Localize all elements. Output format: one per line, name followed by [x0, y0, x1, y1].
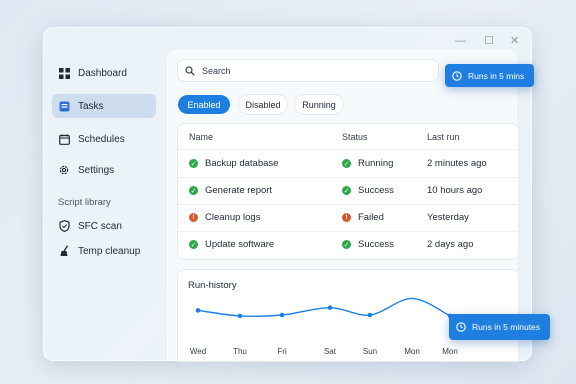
check-icon: ✓ [189, 159, 198, 168]
column-header-last-run[interactable]: Last run [427, 124, 460, 149]
column-header-name[interactable]: Name [189, 124, 213, 149]
x-tick-label: Sun [363, 347, 377, 356]
check-icon: ✓ [342, 186, 351, 195]
shield-icon [58, 220, 70, 232]
script-item-label: SFC scan [78, 220, 122, 232]
task-name: Generate report [205, 185, 273, 196]
table-row[interactable]: ✓ Update software ✓ Success 2 days ago [178, 231, 518, 258]
x-tick-label: Sat [324, 347, 337, 356]
grid-icon [58, 67, 70, 79]
check-icon: ✓ [189, 186, 198, 195]
script-library-heading: Script library [58, 197, 111, 208]
x-tick-label: Thu [233, 347, 247, 356]
sidebar-item-label: Tasks [78, 100, 104, 112]
column-header-status[interactable]: Status [342, 124, 368, 149]
script-item-sfc-scan[interactable]: SFC scan [52, 214, 156, 238]
table-row[interactable]: ✓ Backup database ✓ Running 2 minutes ago [178, 150, 518, 178]
task-name: Backup database [205, 158, 279, 169]
data-point[interactable] [279, 312, 285, 318]
clock-icon [456, 322, 466, 332]
table-row[interactable]: ! Cleanup logs ! Failed Yesterday [178, 204, 518, 232]
check-icon: ✓ [342, 159, 351, 168]
check-icon: ✓ [342, 240, 351, 249]
task-status: Success [358, 185, 394, 196]
search-placeholder: Search [202, 65, 231, 76]
x-tick-label: Wed [190, 347, 206, 356]
data-point[interactable] [327, 305, 333, 310]
broom-icon [58, 245, 70, 257]
table-header: Name Status Last run [178, 124, 518, 150]
task-status: Failed [358, 212, 384, 223]
sidebar-item-label: Settings [78, 164, 115, 176]
sidebar-item-settings[interactable]: Settings [52, 158, 156, 182]
task-last-run: Yesterday [427, 212, 469, 223]
tasks-table: Name Status Last run ✓ Backup database ✓ R… [178, 124, 518, 259]
filter-running[interactable]: Running [295, 95, 343, 114]
error-icon: ! [189, 213, 198, 222]
filter-disabled[interactable]: Disabled [239, 95, 287, 114]
x-tick-label: Mon [404, 347, 420, 356]
maximize-button[interactable]: ☐ [484, 35, 494, 47]
task-name: Update software [205, 239, 275, 250]
gear-icon [58, 164, 70, 176]
data-point[interactable] [367, 312, 373, 318]
close-button[interactable]: ✕ [510, 35, 519, 47]
task-last-run: 2 days ago [427, 239, 474, 250]
task-status: Running [358, 158, 394, 169]
series-line [197, 297, 451, 318]
toast-text: Runs in 5 mins [468, 70, 525, 81]
task-status: Success [358, 239, 394, 250]
task-last-run: 10 hours ago [427, 185, 483, 196]
data-point[interactable] [195, 308, 201, 313]
calendar-icon [58, 133, 70, 145]
sidebar-item-schedules[interactable]: Schedules [52, 127, 156, 151]
toast-text: Runs in 5 minutes [472, 322, 541, 332]
filter-enabled[interactable]: Enabled [178, 95, 230, 114]
search-icon [185, 65, 195, 76]
sidebar: Dashboard Tasks Schedules Settings Scrip… [43, 27, 168, 361]
toast-notification-bottom[interactable]: Runs in 5 minutes [449, 314, 550, 340]
error-icon: ! [342, 213, 351, 222]
toast-notification-top[interactable]: Runs in 5 mins [445, 64, 534, 87]
clock-icon [452, 70, 462, 81]
sidebar-item-label: Schedules [78, 133, 125, 145]
task-last-run: 2 minutes ago [427, 158, 487, 169]
check-icon: ✓ [189, 240, 198, 249]
sidebar-item-dashboard[interactable]: Dashboard [52, 61, 156, 85]
sidebar-item-tasks[interactable]: Tasks [52, 94, 156, 118]
search-input[interactable]: Search [178, 60, 438, 81]
sidebar-item-label: Dashboard [78, 67, 127, 79]
data-point[interactable] [237, 313, 243, 319]
task-icon [58, 100, 70, 112]
script-item-label: Temp cleanup [78, 245, 141, 257]
task-name: Cleanup logs [205, 212, 261, 223]
table-row[interactable]: ✓ Generate report ✓ Success 10 hours ago [178, 177, 518, 205]
script-item-temp-cleanup[interactable]: Temp cleanup [52, 239, 156, 263]
x-tick-label: Mon [442, 347, 458, 356]
minimize-button[interactable]: — [455, 35, 466, 47]
x-tick-label: Fri [277, 347, 287, 356]
